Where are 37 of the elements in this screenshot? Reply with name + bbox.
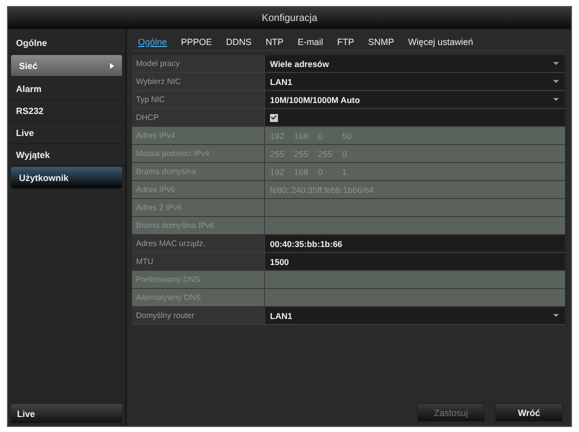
arrow-icon [110,62,114,68]
dropdown-field[interactable]: 10M/100M/1000M Auto [265,91,565,108]
tab[interactable]: NTP [266,36,284,46]
window-title: Konfiguracja [8,7,571,29]
back-button[interactable]: Wróć [495,403,563,422]
sidebar-item[interactable]: Wyjątek [8,144,125,166]
sidebar-item[interactable]: Ogólne [8,32,125,54]
dropdown-field[interactable]: LAN1 [265,307,565,324]
field-label: DHCP [132,109,265,126]
input-field[interactable]: 1500 [265,253,565,270]
field-label: Adres MAC urządz. [132,235,265,252]
tab[interactable]: Więcej ustawień [408,36,474,46]
field-label: MTU [132,253,265,270]
dropdown-field[interactable]: Wiele adresów [265,55,565,72]
field-label: Wybierz NIC [132,73,265,90]
tab[interactable]: PPPOE [181,36,212,46]
sidebar-item[interactable]: Sieć [11,55,122,77]
field-label: Domyślny router [132,307,265,324]
sidebar-item[interactable]: Alarm [8,78,125,100]
caret-icon [553,314,559,317]
tab[interactable]: DDNS [226,36,252,46]
input-field[interactable]: 00:40:35:bb:1b:66 [265,235,565,252]
checkbox[interactable] [270,114,278,122]
caret-icon [553,98,559,101]
live-button[interactable]: Live [11,404,122,423]
field-label: Typ NIC [132,91,265,108]
tab[interactable]: FTP [337,36,354,46]
dropdown-field[interactable]: LAN1 [265,73,565,90]
field-label: Model pracy [132,55,265,72]
tab[interactable]: Ogólne [138,36,168,46]
sidebar-item[interactable]: Użytkownik [11,167,122,189]
tab[interactable]: E-mail [298,36,324,46]
sidebar-item[interactable]: RS232 [8,100,125,122]
caret-icon [553,80,559,83]
sidebar-item[interactable]: Live [8,122,125,144]
tab[interactable]: SNMP [368,36,394,46]
caret-icon [553,62,559,65]
